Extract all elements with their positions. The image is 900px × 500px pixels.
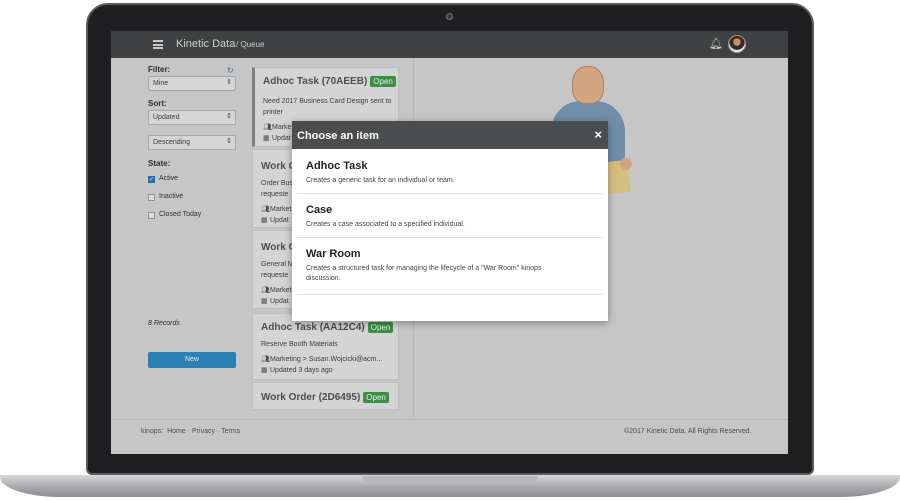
modal-item-title: Adhoc Task [306,160,368,172]
close-icon[interactable]: × [594,127,602,142]
camera-icon [446,13,453,20]
laptop-notch [362,476,538,482]
modal-item-adhoc-task[interactable]: Adhoc Task Creates a generic task for an… [297,152,604,194]
modal-item-desc: Creates a generic task for an individual… [306,177,455,184]
breadcrumb[interactable]: / Queue [236,40,264,49]
bell-icon[interactable]: 🔔︎ [709,37,723,50]
hamburger-icon[interactable] [153,40,163,49]
brand-title[interactable]: Kinetic Data [176,38,235,50]
modal-item-war-room[interactable]: War Room Creates a structured task for m… [297,240,604,295]
choose-item-modal: Choose an item × Adhoc Task Creates a ge… [292,121,608,321]
app-screen: Kinetic Data / Queue 🔔︎ Filter: ↻ Mine ⇕ … [111,31,788,454]
modal-title: Choose an item [297,130,379,142]
modal-item-desc: Creates a case associated to a specified… [306,221,465,228]
modal-item-title: Case [306,204,333,216]
modal-header: Choose an item × [292,121,608,149]
top-navbar: Kinetic Data / Queue 🔔︎ [111,31,788,58]
laptop-mockup: Kinetic Data / Queue 🔔︎ Filter: ↻ Mine ⇕ … [0,0,900,500]
avatar[interactable] [728,35,746,53]
modal-item-desc: Creates a structured task for managing t… [306,265,542,282]
modal-item-title: War Room [306,248,361,260]
modal-item-case[interactable]: Case Creates a case associated to a spec… [297,196,604,238]
